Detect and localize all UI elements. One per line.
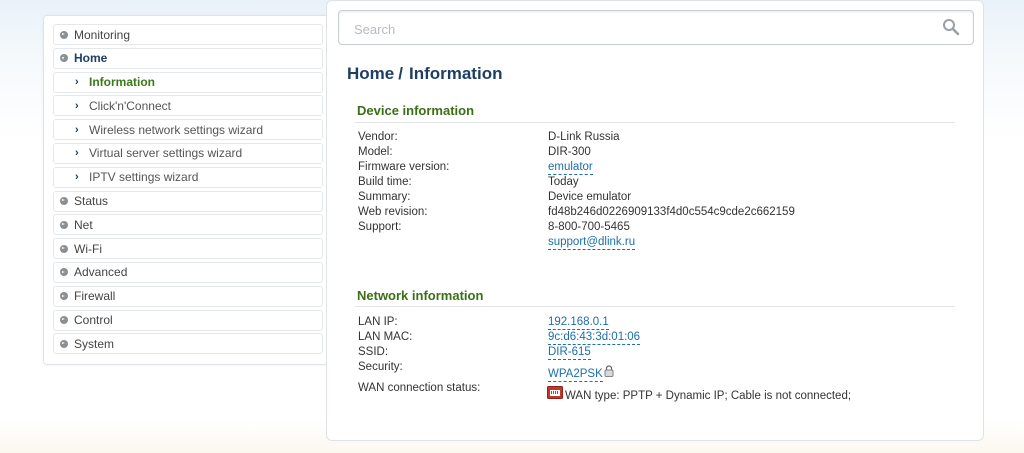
- lan-mac-link[interactable]: 9c:d6:43:3d:01:06: [548, 331, 641, 345]
- breadcrumb: Home / Information: [347, 64, 502, 84]
- build-time-label: Build time:: [358, 176, 412, 188]
- lan-mac-label: LAN MAC:: [358, 331, 413, 343]
- sidebar: Monitoring Home › Information › Click'n'…: [43, 15, 330, 365]
- sidebar-item-net[interactable]: Net: [53, 214, 323, 236]
- vendor-value: D-Link Russia: [548, 131, 620, 143]
- expand-circle-icon: [60, 220, 68, 229]
- summary-label: Summary:: [358, 191, 411, 203]
- sidebar-item-home[interactable]: Home: [53, 47, 323, 69]
- collapse-circle-icon: [60, 54, 68, 63]
- firmware-link[interactable]: emulator: [548, 161, 593, 175]
- web-revision-label: Web revision:: [358, 206, 428, 218]
- security-label: Security:: [358, 361, 403, 373]
- firmware-label: Firmware version:: [358, 161, 450, 173]
- expand-circle-icon: [60, 268, 68, 277]
- sidebar-subitem-information[interactable]: › Information: [53, 71, 323, 93]
- sidebar-item-label: Home: [74, 51, 108, 66]
- sidebar-item-label: Firewall: [74, 289, 116, 304]
- lan-ip-label: LAN IP:: [358, 316, 398, 328]
- support-email-link[interactable]: support@dlink.ru: [548, 236, 636, 250]
- model-value: DIR-300: [548, 146, 591, 158]
- expand-circle-icon: [60, 316, 68, 325]
- support-label: Support:: [358, 221, 402, 233]
- expand-circle-icon: [60, 244, 68, 253]
- summary-value: Device emulator: [548, 191, 632, 203]
- sidebar-item-label: Wireless network settings wizard: [89, 122, 264, 137]
- sidebar-item-label: Advanced: [74, 265, 128, 280]
- sidebar-item-label: Monitoring: [74, 27, 131, 42]
- network-info-title: Network information: [357, 288, 484, 303]
- chevron-right-icon: ›: [75, 99, 79, 112]
- device-info-title: Device information: [357, 103, 475, 118]
- breadcrumb-parent[interactable]: Home: [347, 64, 394, 83]
- vendor-label: Vendor:: [358, 131, 398, 143]
- expand-circle-icon: [60, 30, 68, 39]
- expand-circle-icon: [60, 292, 68, 301]
- sidebar-item-wifi[interactable]: Wi-Fi: [53, 238, 323, 260]
- sidebar-item-monitoring[interactable]: Monitoring: [53, 24, 323, 45]
- sidebar-item-advanced[interactable]: Advanced: [53, 261, 323, 283]
- build-time-value: Today: [548, 176, 579, 188]
- sidebar-item-label: Virtual server settings wizard: [89, 146, 243, 161]
- chevron-right-icon: ›: [75, 147, 79, 160]
- chevron-right-icon: ›: [75, 76, 79, 89]
- ssid-label: SSID:: [358, 346, 389, 358]
- sidebar-item-label: Click'n'Connect: [89, 98, 171, 113]
- sidebar-item-system[interactable]: System: [53, 333, 323, 355]
- breadcrumb-current: Information: [408, 64, 503, 83]
- sidebar-item-label: Information: [89, 75, 155, 90]
- lock-icon: [604, 365, 614, 377]
- section-divider: [355, 306, 955, 307]
- model-label: Model:: [358, 146, 393, 158]
- breadcrumb-separator: /: [398, 64, 403, 83]
- sidebar-item-label: Wi-Fi: [74, 241, 102, 256]
- support-phone: 8-800-700-5465: [548, 221, 630, 233]
- search-icon[interactable]: [942, 18, 960, 36]
- sidebar-subitem-wireless-wizard[interactable]: › Wireless network settings wizard: [53, 119, 323, 141]
- security-link[interactable]: WPA2PSK: [548, 368, 603, 382]
- ssid-link[interactable]: DIR-615: [548, 346, 591, 360]
- wan-status-label: WAN connection status:: [358, 382, 481, 394]
- ethernet-port-icon: [547, 386, 563, 399]
- sidebar-subitem-virtual-server-wizard[interactable]: › Virtual server settings wizard: [53, 142, 323, 164]
- sidebar-item-label: System: [74, 336, 115, 351]
- sidebar-item-control[interactable]: Control: [53, 309, 323, 331]
- section-divider: [355, 122, 955, 123]
- sidebar-item-firewall[interactable]: Firewall: [53, 285, 323, 307]
- expand-circle-icon: [60, 197, 68, 206]
- search-input[interactable]: [352, 19, 916, 39]
- sidebar-item-label: Status: [74, 194, 109, 209]
- web-revision-value: fd48b246d0226909133f4d0c554c9cde2c662159: [548, 206, 795, 218]
- lan-ip-link[interactable]: 192.168.0.1: [548, 316, 609, 330]
- chevron-right-icon: ›: [75, 123, 79, 136]
- sidebar-item-label: IPTV settings wizard: [89, 170, 199, 185]
- sidebar-nav: Monitoring Home › Information › Click'n'…: [53, 24, 323, 357]
- sidebar-item-status[interactable]: Status: [53, 190, 323, 212]
- sidebar-item-label: Control: [74, 313, 113, 328]
- sidebar-subitem-clicknconnect[interactable]: › Click'n'Connect: [53, 95, 323, 117]
- chevron-right-icon: ›: [75, 171, 79, 184]
- main-panel: Home/ Information Device information Vend…: [326, 0, 984, 441]
- sidebar-item-label: Net: [74, 217, 93, 232]
- expand-circle-icon: [60, 339, 68, 348]
- sidebar-subitem-iptv-wizard[interactable]: › IPTV settings wizard: [53, 166, 323, 188]
- search-box: [338, 10, 974, 45]
- wan-status-value: WAN type: PPTP + Dynamic IP; Cable is no…: [565, 390, 852, 402]
